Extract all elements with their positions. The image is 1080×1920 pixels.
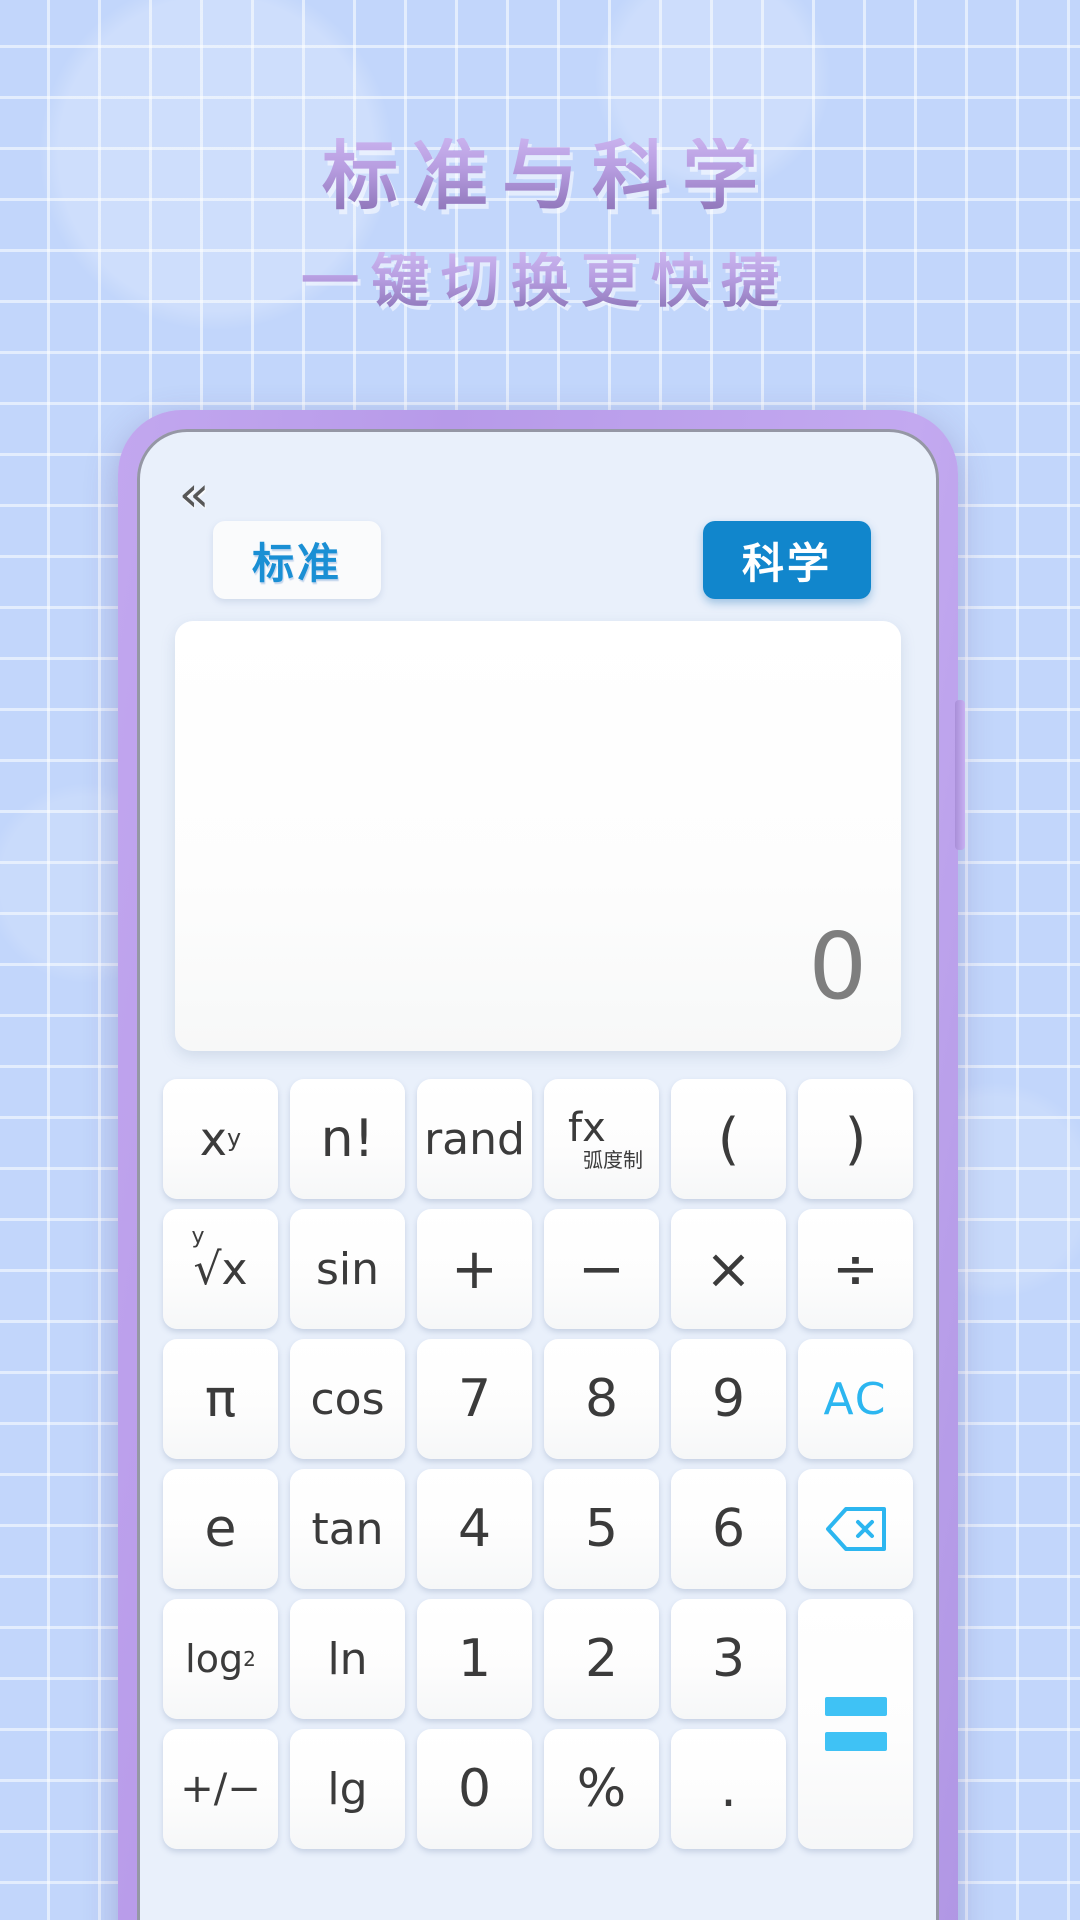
key-all-clear[interactable]: AC xyxy=(798,1339,913,1459)
key-equals[interactable] xyxy=(798,1599,913,1849)
key-log-base-2[interactable]: log 2 xyxy=(163,1599,278,1719)
key-digit-3[interactable]: 3 xyxy=(671,1599,786,1719)
key-power[interactable]: xy xyxy=(163,1079,278,1199)
key-digit-7[interactable]: 7 xyxy=(417,1339,532,1459)
key-label: rand xyxy=(424,1113,525,1165)
key-label: × xyxy=(705,1236,752,1302)
display-value: 0 xyxy=(808,913,867,1020)
key-label: e xyxy=(204,1499,237,1559)
key-sin[interactable]: sin xyxy=(290,1209,405,1329)
promo-text-block: 标准与科学 一键切换更快捷 xyxy=(0,138,1080,311)
key-digit-5[interactable]: 5 xyxy=(544,1469,659,1589)
key-euler-e[interactable]: e xyxy=(163,1469,278,1589)
mode-tab-bar: 标准 科学 xyxy=(137,521,939,599)
key-add[interactable]: + xyxy=(417,1209,532,1329)
key-digit-1[interactable]: 1 xyxy=(417,1599,532,1719)
key-sublabel: 弧度制 xyxy=(583,1148,643,1172)
key-label: ln xyxy=(327,1633,368,1685)
key-paren-open[interactable]: ( xyxy=(671,1079,786,1199)
key-sign-toggle[interactable]: +/− xyxy=(163,1729,278,1849)
key-divide[interactable]: ÷ xyxy=(798,1209,913,1329)
key-tan[interactable]: tan xyxy=(290,1469,405,1589)
key-label: sin xyxy=(315,1243,380,1295)
key-label: 4 xyxy=(457,1499,492,1559)
key-label: log xyxy=(185,1637,244,1681)
equals-icon-bar-top xyxy=(824,1697,887,1716)
key-label: 8 xyxy=(584,1369,619,1429)
key-label: lg xyxy=(327,1763,368,1815)
key-label: fx xyxy=(568,1105,606,1151)
key-label: 1 xyxy=(457,1629,492,1689)
back-icon[interactable]: « xyxy=(157,457,231,531)
key-paren-close[interactable]: ) xyxy=(798,1079,913,1199)
phone-side-button xyxy=(955,700,965,850)
key-digit-4[interactable]: 4 xyxy=(417,1469,532,1589)
key-fx-angle-mode[interactable]: fx 弧度制 xyxy=(544,1079,659,1199)
key-label: cos xyxy=(310,1373,385,1425)
key-factorial[interactable]: n! xyxy=(290,1079,405,1199)
key-label: − xyxy=(578,1236,625,1302)
phone-mockup: « 标准 科学 0 xy n! rand fx 弧度制 () y √x sin… xyxy=(118,410,965,1920)
key-label: ) xyxy=(844,1106,867,1172)
key-lg[interactable]: lg xyxy=(290,1729,405,1849)
key-label-wrap: y √x xyxy=(191,1224,248,1295)
page-title: 标准与科学 xyxy=(0,138,1080,214)
key-subtract[interactable]: − xyxy=(544,1209,659,1329)
key-pi[interactable]: π xyxy=(163,1339,278,1459)
key-label: 9 xyxy=(711,1369,746,1429)
key-label: ( xyxy=(717,1106,740,1172)
key-label: . xyxy=(720,1759,737,1819)
key-subscript: 2 xyxy=(243,1647,256,1671)
key-label: ÷ xyxy=(832,1236,879,1302)
key-label: 7 xyxy=(457,1369,492,1429)
promo-page: 标准与科学 一键切换更快捷 « 标准 科学 0 xy n! rand fx 弧度… xyxy=(0,0,1080,1920)
key-label: x xyxy=(199,1112,228,1166)
backspace-icon xyxy=(824,1505,888,1553)
key-nth-root[interactable]: y √x xyxy=(163,1209,278,1329)
page-subtitle: 一键切换更快捷 xyxy=(0,252,1080,310)
key-label: π xyxy=(204,1369,237,1429)
key-digit-9[interactable]: 9 xyxy=(671,1339,786,1459)
key-label: AC xyxy=(823,1373,888,1425)
key-digit-6[interactable]: 6 xyxy=(671,1469,786,1589)
key-random[interactable]: rand xyxy=(417,1079,532,1199)
key-root-index: y xyxy=(191,1223,205,1249)
key-cos[interactable]: cos xyxy=(290,1339,405,1459)
key-label: % xyxy=(576,1759,627,1819)
key-percent[interactable]: % xyxy=(544,1729,659,1849)
key-backspace[interactable] xyxy=(798,1469,913,1589)
key-decimal-point[interactable]: . xyxy=(671,1729,786,1849)
key-label: 5 xyxy=(584,1499,619,1559)
key-digit-2[interactable]: 2 xyxy=(544,1599,659,1719)
key-label: √x xyxy=(193,1243,248,1295)
key-label: 6 xyxy=(711,1499,746,1559)
equals-icon-bar-bottom xyxy=(824,1732,887,1751)
key-superscript: y xyxy=(227,1124,242,1153)
key-label: tan xyxy=(311,1503,384,1555)
phone-screen: « 标准 科学 0 xy n! rand fx 弧度制 () y √x sin… xyxy=(137,429,939,1920)
key-label: n! xyxy=(320,1109,375,1169)
key-ln[interactable]: ln xyxy=(290,1599,405,1719)
key-label: 2 xyxy=(584,1629,619,1689)
tab-standard[interactable]: 标准 xyxy=(213,521,381,599)
key-label: 0 xyxy=(457,1759,492,1819)
calculator-display[interactable]: 0 xyxy=(175,621,901,1051)
tab-scientific[interactable]: 科学 xyxy=(703,521,871,599)
key-multiply[interactable]: × xyxy=(671,1209,786,1329)
key-label: 3 xyxy=(711,1629,746,1689)
calculator-keypad: xy n! rand fx 弧度制 ( ) y √x sin + − × ÷ π… xyxy=(163,1079,913,1849)
key-label: +/− xyxy=(180,1766,261,1812)
key-digit-8[interactable]: 8 xyxy=(544,1339,659,1459)
key-digit-0[interactable]: 0 xyxy=(417,1729,532,1849)
key-label: + xyxy=(451,1236,498,1302)
